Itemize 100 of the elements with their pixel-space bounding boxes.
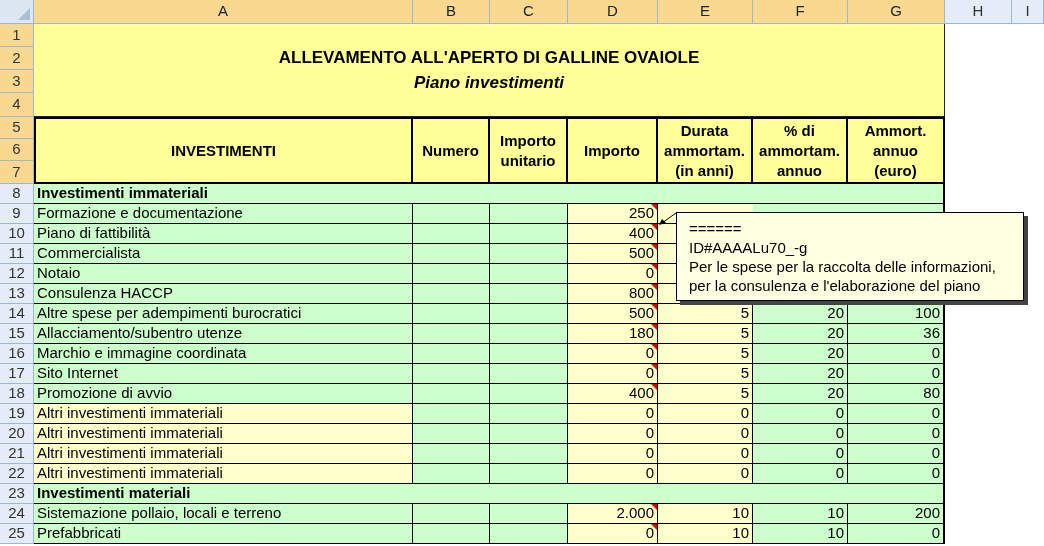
column-heading: Numero — [413, 117, 490, 184]
number-cell: 200 — [848, 504, 945, 524]
number-cell: 20 — [753, 304, 848, 324]
number-cell: 250 — [568, 204, 658, 224]
number-cell: 0 — [568, 424, 658, 444]
number-cell: 0 — [848, 424, 945, 444]
investment-name: Altri investimenti immateriali — [34, 404, 413, 424]
row-header[interactable]: 3 — [0, 70, 34, 93]
column-heading: % di ammortam. annuo — [753, 117, 848, 184]
comment-text: per la consulenza e l'elaborazione del piano — [689, 276, 982, 295]
number-cell: 0 — [568, 444, 658, 464]
row-header[interactable]: 4 — [0, 93, 34, 117]
column-heading: Durata ammortam. (in anni) — [658, 117, 753, 184]
number-cell: 5 — [658, 304, 753, 324]
comment-text: ====== — [689, 219, 743, 238]
number-cell: 0 — [568, 404, 658, 424]
number-cell: 10 — [658, 524, 753, 544]
investment-name: Allacciamento/subentro utenze — [34, 324, 413, 344]
column-header[interactable]: F — [753, 0, 848, 24]
number-cell: 800 — [568, 284, 658, 304]
number-cell: 0 — [753, 404, 848, 424]
number-cell: 400 — [568, 224, 658, 244]
column-header[interactable]: E — [658, 0, 753, 24]
number-cell: 400 — [568, 384, 658, 404]
number-cell: 20 — [753, 364, 848, 384]
column-header[interactable]: C — [490, 0, 568, 24]
investment-name: Piano di fattibilità — [34, 224, 413, 244]
row-header[interactable]: 16 — [0, 344, 34, 364]
column-heading: Importo unitario — [490, 117, 568, 184]
number-cell: 0 — [568, 264, 658, 284]
investment-name: Altri investimenti immateriali — [34, 424, 413, 444]
comment-text: Per le spese per la raccolta delle informazioni, — [689, 257, 997, 276]
row-header[interactable]: 22 — [0, 464, 34, 484]
select-all-corner[interactable] — [0, 0, 34, 24]
row-header[interactable]: 7 — [0, 161, 34, 184]
row-header[interactable]: 23 — [0, 484, 34, 504]
row-header[interactable]: 12 — [0, 264, 34, 284]
row-header[interactable]: 8 — [0, 184, 34, 204]
number-cell: 0 — [658, 404, 753, 424]
row-header[interactable]: 19 — [0, 404, 34, 424]
investment-name: Altri investimenti immateriali — [34, 464, 413, 484]
row-header[interactable]: 13 — [0, 284, 34, 304]
number-cell: 0 — [848, 404, 945, 424]
number-cell: 0 — [568, 464, 658, 484]
row-header[interactable]: 1 — [0, 24, 34, 47]
column-header[interactable]: D — [568, 0, 658, 24]
number-cell: 36 — [848, 324, 945, 344]
number-cell: 500 — [568, 244, 658, 264]
number-cell: 5 — [658, 364, 753, 384]
investment-name: Notaio — [34, 264, 413, 284]
number-cell: 0 — [848, 464, 945, 484]
number-cell: 180 — [568, 324, 658, 344]
column-header[interactable]: A — [34, 0, 413, 24]
row-header[interactable]: 24 — [0, 504, 34, 524]
number-cell: 80 — [848, 384, 945, 404]
number-cell: 0 — [848, 364, 945, 384]
number-cell: 5 — [658, 344, 753, 364]
number-cell: 0 — [753, 444, 848, 464]
row-header[interactable]: 9 — [0, 204, 34, 224]
row-header[interactable]: 15 — [0, 324, 34, 344]
column-header[interactable]: G — [848, 0, 945, 24]
row-header[interactable]: 20 — [0, 424, 34, 444]
sheet-subtitle: Piano investimenti — [413, 72, 565, 94]
row-header[interactable]: 21 — [0, 444, 34, 464]
row-header[interactable]: 11 — [0, 244, 34, 264]
row-header[interactable]: 18 — [0, 384, 34, 404]
number-cell: 0 — [753, 464, 848, 484]
comment-text: ID#AAAALu70_-g — [689, 238, 809, 257]
number-cell: 0 — [658, 444, 753, 464]
number-cell: 0 — [848, 444, 945, 464]
number-cell: 2.000 — [568, 504, 658, 524]
row-header[interactable]: 25 — [0, 524, 34, 544]
row-header[interactable]: 6 — [0, 139, 34, 161]
number-cell: 0 — [848, 524, 945, 544]
number-cell: 0 — [848, 344, 945, 364]
column-header[interactable]: B — [413, 0, 490, 24]
number-cell: 5 — [658, 324, 753, 344]
row-header[interactable]: 2 — [0, 47, 34, 70]
investment-name: Marchio e immagine coordinata — [34, 344, 413, 364]
column-heading: Ammort. annuo (euro) — [848, 117, 945, 184]
number-cell: 0 — [753, 424, 848, 444]
sheet-title: ALLEVAMENTO ALL'APERTO DI GALLINE OVAIOLE — [278, 46, 700, 69]
column-header[interactable]: H — [945, 0, 1012, 24]
row-header[interactable]: 5 — [0, 117, 34, 139]
section-label: Investimenti immateriali — [34, 184, 945, 204]
column-header[interactable]: I — [1012, 0, 1044, 24]
number-cell: 20 — [753, 324, 848, 344]
row-header[interactable]: 17 — [0, 364, 34, 384]
investment-name: Formazione e documentazione — [34, 204, 413, 224]
investment-name: Promozione di avvio — [34, 384, 413, 404]
number-cell: 10 — [658, 504, 753, 524]
number-cell: 0 — [658, 464, 753, 484]
column-heading: Importo — [568, 117, 658, 184]
row-header[interactable]: 14 — [0, 304, 34, 324]
number-cell: 0 — [568, 364, 658, 384]
investment-name: Sistemazione pollaio, locali e terreno — [34, 504, 413, 524]
row-header[interactable]: 10 — [0, 224, 34, 244]
number-cell: 100 — [848, 304, 945, 324]
investment-name: Consulenza HACCP — [34, 284, 413, 304]
investment-name: Prefabbricati — [34, 524, 413, 544]
